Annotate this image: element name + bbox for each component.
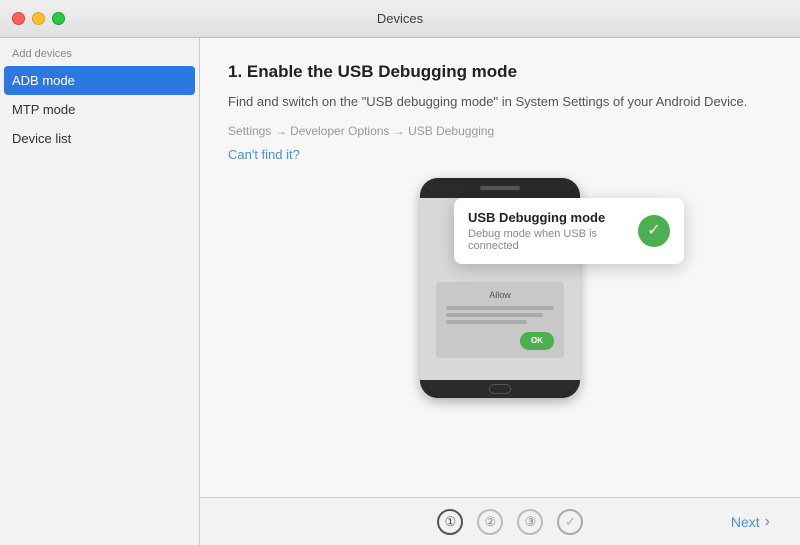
- sidebar-item-mtp-mode[interactable]: MTP mode: [0, 95, 199, 124]
- next-chevron-icon: ›: [765, 513, 770, 531]
- step-title: 1. Enable the USB Debugging mode: [228, 62, 772, 82]
- usb-popup-title: USB Debugging mode: [468, 210, 626, 225]
- phone-dialog-lines: [446, 306, 554, 324]
- content-area: 1. Enable the USB Debugging mode Find an…: [200, 38, 800, 545]
- sidebar-item-device-list[interactable]: Device list: [0, 124, 199, 153]
- step-indicator-2: ②: [477, 509, 503, 535]
- maximize-button[interactable]: [52, 12, 65, 25]
- cant-find-link[interactable]: Can't find it?: [228, 147, 300, 162]
- minimize-button[interactable]: [32, 12, 45, 25]
- step-description: Find and switch on the "USB debugging mo…: [228, 92, 772, 112]
- main-layout: Add devices ADB mode MTP mode Device lis…: [0, 38, 800, 545]
- sidebar-item-adb-mode[interactable]: ADB mode: [4, 66, 195, 95]
- usb-popup-text-block: USB Debugging mode Debug mode when USB i…: [468, 210, 626, 252]
- illustration: USB Debugging mode Debug mode when USB i…: [228, 178, 772, 418]
- step-indicators: ① ② ③ ✓: [300, 509, 721, 535]
- phone-line-1: [446, 306, 554, 310]
- titlebar: Devices: [0, 0, 800, 38]
- step-indicator-1: ①: [437, 509, 463, 535]
- phone-allow-dialog: Allow OK: [436, 282, 564, 358]
- step-path: Settings → Developer Options → USB Debug…: [228, 124, 772, 138]
- step-indicator-check: ✓: [557, 509, 583, 535]
- usb-checkbox-checked: ✓: [638, 215, 670, 247]
- phone-home-button: [489, 384, 511, 394]
- close-button[interactable]: [12, 12, 25, 25]
- step-indicator-3: ③: [517, 509, 543, 535]
- content-scroll: 1. Enable the USB Debugging mode Find an…: [200, 38, 800, 497]
- sidebar-section-label: Add devices: [0, 38, 199, 66]
- phone-speaker: [480, 186, 520, 190]
- next-button[interactable]: Next ›: [721, 507, 780, 537]
- window-controls: [12, 12, 65, 25]
- phone-top-bar: [420, 178, 580, 198]
- phone-line-3: [446, 320, 527, 324]
- phone-bottom-bar: [420, 380, 580, 398]
- checkmark-icon: ✓: [647, 223, 660, 239]
- phone-allow-text: Allow: [446, 290, 554, 300]
- bottom-bar: ① ② ③ ✓ Next ›: [200, 497, 800, 545]
- usb-debugging-popup: USB Debugging mode Debug mode when USB i…: [454, 198, 684, 264]
- usb-popup-subtitle: Debug mode when USB is connected: [468, 228, 626, 252]
- sidebar: Add devices ADB mode MTP mode Device lis…: [0, 38, 200, 545]
- phone-ok-button: OK: [520, 332, 554, 350]
- phone-line-2: [446, 313, 543, 317]
- next-label: Next: [731, 514, 760, 530]
- window-title: Devices: [377, 11, 423, 26]
